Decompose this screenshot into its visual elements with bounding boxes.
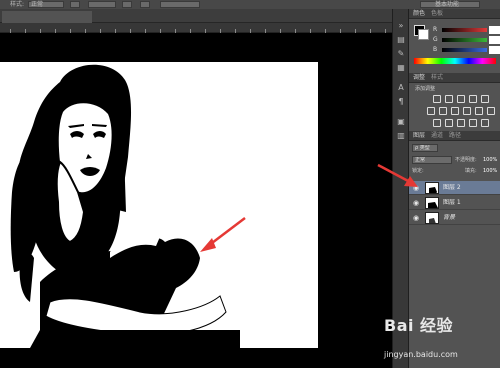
fill-value[interactable]: 100% [483, 167, 497, 175]
color-panel-tabs: 颜色 色板 [409, 9, 500, 19]
artwork-image [10, 64, 240, 348]
slider-r[interactable]: R [433, 26, 500, 34]
option-field-4[interactable] [140, 1, 150, 8]
tab-styles[interactable]: 样式 [431, 73, 443, 83]
opacity-label: 不透明度: [455, 157, 477, 163]
tab-layers[interactable]: 图层 [413, 131, 425, 141]
baidu-watermark: Bai 经验 jingyan.baidu.com [380, 312, 500, 368]
color-spectrum[interactable] [414, 58, 496, 64]
tab-color[interactable]: 颜色 [413, 9, 425, 19]
layer-filter-select[interactable]: ρ 类型 [412, 144, 438, 152]
layer-name: 图层 2 [443, 184, 461, 191]
layer-thumbnail [425, 197, 439, 209]
option-field[interactable] [70, 1, 80, 8]
mixer-icon[interactable] [475, 107, 483, 115]
document-tab-bar [0, 9, 408, 23]
balance-icon[interactable] [439, 107, 447, 115]
vibrance-icon[interactable] [481, 95, 489, 103]
slider-b[interactable]: B [433, 46, 500, 54]
invert-icon[interactable] [433, 119, 441, 127]
curves-icon[interactable] [457, 95, 465, 103]
layer-thumbnail [425, 182, 439, 194]
option-field-3[interactable] [122, 1, 132, 8]
option-field-2[interactable] [88, 1, 116, 8]
collapse-icon[interactable]: » [396, 21, 406, 31]
lookup-icon[interactable] [487, 107, 495, 115]
watermark-logo: Bai 经验 [384, 316, 454, 335]
layer-name: 背景 [443, 214, 456, 221]
adjustments-title: 添加调整 [415, 86, 436, 92]
fill-label: 填充: [465, 168, 477, 174]
tab-swatches[interactable]: 色板 [431, 9, 443, 19]
slider-g[interactable]: G [433, 36, 500, 44]
history-icon[interactable]: ▤ [396, 35, 406, 45]
adjustments-panel: 调整 样式 添加调整 [409, 73, 500, 131]
selective-color-icon[interactable] [481, 119, 489, 127]
bw-icon[interactable] [451, 107, 459, 115]
levels-icon[interactable] [445, 95, 453, 103]
layer-thumbnail [425, 212, 439, 224]
mode-label: 样式: [10, 1, 25, 8]
type-icon[interactable]: A [396, 83, 406, 93]
layer-row-1[interactable]: ◉ 图层 1 [409, 196, 500, 210]
adjustments-tabs: 调整 样式 [409, 73, 500, 83]
color-panel: 颜色 色板 R G B [409, 9, 500, 67]
layers-tabs: 图层 通道 路径 [409, 131, 500, 141]
watermark-url: jingyan.baidu.com [384, 350, 458, 359]
posterize-icon[interactable] [445, 119, 453, 127]
info-icon[interactable]: ▣ [396, 117, 406, 127]
eye-icon[interactable]: ◉ [413, 214, 419, 222]
blend-mode-select[interactable]: 正常 [412, 156, 452, 164]
tab-paths[interactable]: 路径 [449, 131, 461, 141]
options-bar: 样式: 正常 基本功能 [0, 0, 500, 9]
option-field-5[interactable] [160, 1, 200, 8]
layer-row-2[interactable]: ◉ 图层 2 [409, 181, 500, 195]
paragraph-icon[interactable]: ¶ [396, 97, 406, 107]
tab-adjustments[interactable]: 调整 [413, 73, 425, 83]
eye-icon[interactable]: ◉ [413, 199, 419, 207]
mode-select[interactable]: 正常 [28, 1, 64, 8]
brightness-icon[interactable] [433, 95, 441, 103]
top-ruler [0, 23, 396, 33]
exposure-icon[interactable] [469, 95, 477, 103]
opacity-value[interactable]: 100% [483, 156, 497, 164]
lock-label: 锁定: [412, 168, 424, 174]
layer-comps-icon[interactable]: ▥ [396, 131, 406, 141]
document-canvas[interactable] [0, 62, 318, 348]
photoshop-window: 样式: 正常 基本功能 » ▤ ✎ ▦ A ¶ ▣ ▥ 颜色 色板 R G B … [0, 0, 500, 368]
hue-icon[interactable] [427, 107, 435, 115]
layer-name: 图层 1 [443, 199, 461, 206]
eye-icon[interactable]: ◉ [413, 184, 419, 192]
gradient-map-icon[interactable] [469, 119, 477, 127]
workspace-button[interactable]: 基本功能 [420, 1, 480, 8]
background-color-swatch[interactable] [418, 29, 429, 40]
document-tab[interactable] [2, 11, 92, 23]
brush-icon[interactable]: ✎ [396, 49, 406, 59]
photo-filter-icon[interactable] [463, 107, 471, 115]
threshold-icon[interactable] [457, 119, 465, 127]
layer-row-background[interactable]: ◉ 背景 [409, 211, 500, 225]
tab-channels[interactable]: 通道 [431, 131, 443, 141]
swatch-icon[interactable]: ▦ [396, 63, 406, 73]
